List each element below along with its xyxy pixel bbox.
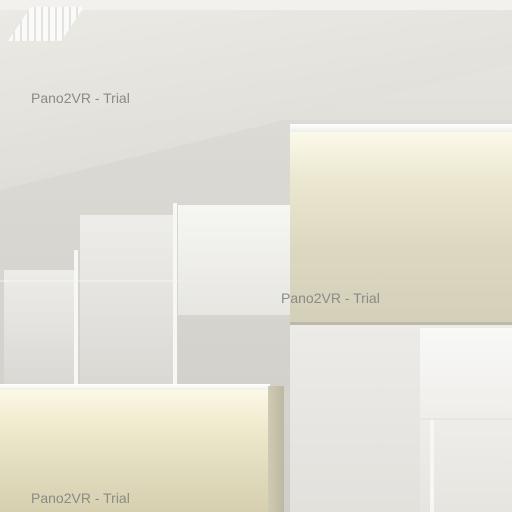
window-mullion: [173, 203, 177, 388]
reception-counter-top: [290, 124, 512, 132]
glass-partition: [4, 270, 74, 385]
trial-watermark: Pano2VR - Trial: [31, 490, 130, 506]
trial-watermark: Pano2VR - Trial: [31, 90, 130, 106]
window-mullion: [430, 420, 434, 512]
desk-counter-side: [268, 386, 284, 512]
panorama-viewport[interactable]: Pano2VR - Trial Pano2VR - Trial Pano2VR …: [0, 0, 512, 512]
glass-partition-bright: [178, 205, 290, 315]
window-mullion: [74, 250, 78, 390]
glass-partition: [420, 328, 512, 418]
glass-partition: [80, 215, 175, 385]
trial-watermark: Pano2VR - Trial: [281, 290, 380, 306]
